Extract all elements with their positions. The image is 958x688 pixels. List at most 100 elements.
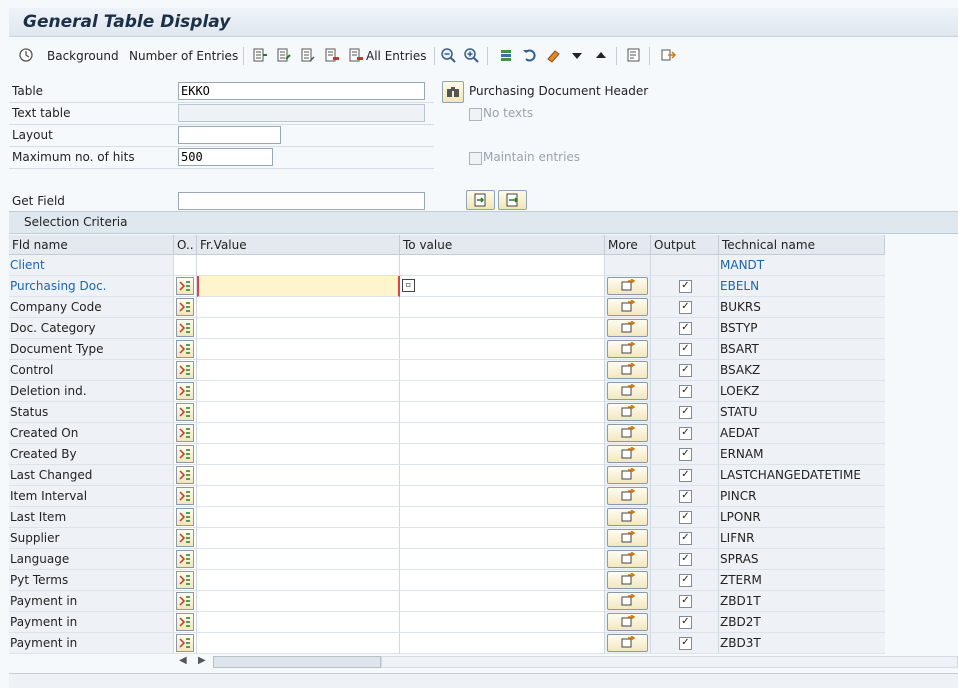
from-value-input[interactable] — [197, 423, 400, 444]
to-value-input[interactable] — [400, 402, 605, 423]
multiple-selection-button[interactable] — [607, 403, 648, 421]
output-checkbox[interactable]: ✓ — [679, 385, 692, 398]
multiple-selection-button[interactable] — [607, 592, 648, 610]
multiple-selection-button[interactable] — [607, 340, 648, 358]
multiple-selection-button[interactable] — [607, 508, 648, 526]
output-checkbox[interactable]: ✓ — [679, 532, 692, 545]
output-checkbox[interactable]: ✓ — [679, 616, 692, 629]
get-field-button-2[interactable] — [498, 190, 527, 210]
from-value-input[interactable] — [197, 570, 400, 591]
selection-option-button[interactable] — [176, 592, 194, 610]
output-checkbox[interactable]: ✓ — [679, 322, 692, 335]
selection-option-button[interactable] — [176, 361, 194, 379]
undo-icon[interactable] — [521, 47, 537, 63]
get-field-button-1[interactable] — [466, 190, 495, 210]
scroll-track[interactable] — [381, 656, 958, 668]
selection-option-button[interactable] — [176, 571, 194, 589]
scroll-right-icon[interactable]: ▶ — [198, 655, 206, 666]
selection-option-button[interactable] — [176, 340, 194, 358]
export-icon[interactable] — [660, 47, 676, 63]
execute-clock-icon[interactable] — [18, 47, 34, 63]
output-checkbox[interactable]: ✓ — [679, 595, 692, 608]
multiple-selection-button[interactable] — [607, 298, 648, 316]
multiple-selection-button[interactable] — [607, 571, 648, 589]
output-checkbox[interactable]: ✓ — [679, 280, 692, 293]
multiple-selection-button[interactable] — [607, 361, 648, 379]
from-value-input[interactable] — [197, 297, 400, 318]
from-value-input[interactable] — [197, 318, 400, 339]
stack-icon[interactable] — [498, 47, 514, 63]
background-button[interactable]: Background — [47, 46, 119, 66]
from-value-input[interactable] — [197, 612, 400, 633]
layout-input[interactable] — [178, 126, 281, 144]
multiple-selection-button[interactable] — [607, 529, 648, 547]
table-detail-button[interactable] — [442, 81, 464, 103]
to-value-input[interactable] — [400, 444, 605, 465]
from-value-input[interactable] — [197, 486, 400, 507]
output-checkbox[interactable]: ✓ — [679, 301, 692, 314]
to-value-input[interactable] — [400, 591, 605, 612]
output-checkbox[interactable]: ✓ — [679, 427, 692, 440]
to-value-input[interactable] — [400, 486, 605, 507]
horizontal-scrollbar[interactable]: ◀ ▶ — [9, 655, 958, 669]
selection-option-button[interactable] — [176, 508, 194, 526]
from-value-input[interactable] — [197, 528, 400, 549]
to-value-input[interactable] — [400, 360, 605, 381]
from-value-input[interactable] — [197, 591, 400, 612]
to-value-input[interactable] — [400, 507, 605, 528]
from-value-input[interactable] — [197, 276, 400, 297]
output-checkbox[interactable]: ✓ — [679, 574, 692, 587]
max-hits-input[interactable] — [178, 148, 273, 166]
multiple-selection-button[interactable] — [607, 466, 648, 484]
triangle-up-icon[interactable] — [593, 47, 609, 63]
selection-option-button[interactable] — [176, 466, 194, 484]
all-entries-icon[interactable] — [348, 47, 364, 63]
multiple-selection-button[interactable] — [607, 487, 648, 505]
multiple-selection-button[interactable] — [607, 634, 648, 652]
selection-option-button[interactable] — [176, 529, 194, 547]
select-layout-icon[interactable] — [252, 47, 268, 63]
output-checkbox[interactable]: ✓ — [679, 511, 692, 524]
from-value-input[interactable] — [197, 402, 400, 423]
to-value-input[interactable] — [400, 570, 605, 591]
output-checkbox[interactable]: ✓ — [679, 364, 692, 377]
to-value-input[interactable] — [400, 339, 605, 360]
from-value-input[interactable] — [197, 465, 400, 486]
multiple-selection-button[interactable] — [607, 424, 648, 442]
from-value-input[interactable] — [197, 633, 400, 654]
get-field-input[interactable] — [178, 192, 425, 210]
multiple-selection-button[interactable] — [607, 319, 648, 337]
multiple-selection-button[interactable] — [607, 550, 648, 568]
output-checkbox[interactable]: ✓ — [679, 553, 692, 566]
zoom-out-icon[interactable] — [440, 47, 456, 63]
to-value-input[interactable] — [400, 633, 605, 654]
from-value-input[interactable] — [197, 549, 400, 570]
scroll-thumb[interactable] — [213, 656, 381, 668]
selection-option-button[interactable] — [176, 445, 194, 463]
selection-option-button[interactable] — [176, 424, 194, 442]
output-checkbox[interactable]: ✓ — [679, 469, 692, 482]
selection-option-button[interactable] — [176, 277, 194, 295]
to-value-input[interactable] — [400, 528, 605, 549]
selection-option-button[interactable] — [176, 403, 194, 421]
to-value-input[interactable] — [400, 549, 605, 570]
from-value-input[interactable] — [197, 444, 400, 465]
output-checkbox[interactable]: ✓ — [679, 343, 692, 356]
to-value-input[interactable] — [400, 465, 605, 486]
change-layout-icon[interactable] — [276, 47, 292, 63]
selection-option-button[interactable] — [176, 634, 194, 652]
multiple-selection-button[interactable] — [607, 382, 648, 400]
to-value-input[interactable] — [400, 381, 605, 402]
from-value-input[interactable] — [197, 507, 400, 528]
to-value-input[interactable]: ▫ — [400, 276, 605, 297]
from-value-input[interactable] — [197, 360, 400, 381]
to-value-input[interactable] — [400, 297, 605, 318]
from-value-input[interactable] — [197, 339, 400, 360]
value-help-icon[interactable]: ▫ — [402, 279, 415, 292]
selection-option-button[interactable] — [176, 487, 194, 505]
settings-document-icon[interactable] — [626, 47, 642, 63]
output-checkbox[interactable]: ✓ — [679, 637, 692, 650]
table-input[interactable] — [178, 82, 425, 100]
to-value-input[interactable] — [400, 612, 605, 633]
output-checkbox[interactable]: ✓ — [679, 490, 692, 503]
